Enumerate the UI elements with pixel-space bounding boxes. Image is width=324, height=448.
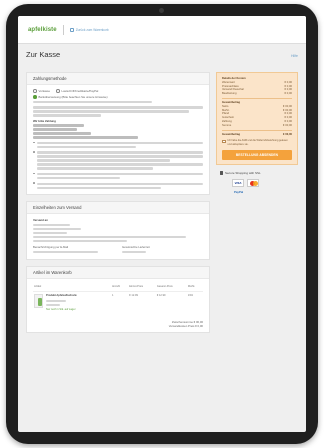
back-link-label: Zurück zum Warenkorb bbox=[75, 27, 109, 32]
summary-column: Details der Kosten Warenwert € 0,00 Preisn… bbox=[216, 72, 298, 339]
payment-card: Zahlungsmethode Vorkasse Lastschrift/Kre… bbox=[26, 72, 210, 196]
text-line bbox=[33, 136, 139, 139]
info-bullet bbox=[33, 140, 203, 150]
cost-summary: Details der Kosten Warenwert € 0,00 Preisn… bbox=[216, 72, 298, 165]
camera-dot bbox=[159, 8, 164, 13]
back-to-cart-link[interactable]: Zurück zum Warenkorb bbox=[69, 27, 109, 32]
shipping-heading: Einzelheiten zum Versand bbox=[27, 202, 209, 215]
grand-total-value: € 00,00 bbox=[283, 132, 292, 136]
place-order-button[interactable]: BESTELLUNG ABSENDEN bbox=[222, 149, 292, 160]
text-line bbox=[33, 228, 81, 231]
summary-row-label: Summe bbox=[222, 123, 232, 127]
qty-cell: 1 bbox=[111, 293, 114, 297]
payment-option-label: Banküberweisung (Bitte beachten Sie unse… bbox=[38, 95, 108, 99]
payment-option-label: Vorkasse bbox=[38, 89, 51, 93]
text-line bbox=[33, 232, 67, 235]
brand-logo[interactable]: apfelkiste bbox=[28, 27, 57, 33]
text-line bbox=[46, 299, 66, 302]
terms-label: Ich habe die AGB und die Widerrufsbelehr… bbox=[227, 139, 288, 146]
summary-row-label: Bearbeitung bbox=[222, 92, 237, 96]
header-divider bbox=[62, 24, 64, 35]
visa-logo: VISA bbox=[232, 178, 244, 187]
text-line bbox=[33, 114, 101, 117]
lock-icon bbox=[220, 171, 223, 175]
ship-to-label: Versand an bbox=[33, 218, 48, 223]
total-price-cell: € 12.99 bbox=[156, 293, 166, 297]
paypal-logo: PayPal bbox=[234, 189, 244, 194]
grand-total-row: Gesamtbetrag € 00,00 bbox=[222, 133, 292, 137]
items-shipping-note: Versandkosten Preis € 0,00 bbox=[168, 323, 203, 328]
radio-selected-icon bbox=[33, 95, 37, 99]
items-heading: Artikel im Warenkorb bbox=[27, 266, 209, 279]
items-table: Artikel Anzahl Einzel-Preis Gesamt-Preis… bbox=[33, 282, 203, 314]
info-bullet bbox=[33, 171, 203, 181]
col-header: Einzel-Preis bbox=[128, 282, 156, 292]
unit-price-cell: € 12.99 bbox=[129, 293, 138, 297]
screen: apfelkiste Zurück zum Warenkorb Zur Kass… bbox=[18, 16, 306, 432]
mastercard-logo bbox=[247, 178, 259, 187]
shipping-card: Einzelheiten zum Versand Versand an Bena… bbox=[26, 201, 210, 260]
page-title: Zur Kasse bbox=[26, 50, 61, 59]
text-line bbox=[33, 106, 203, 109]
text-line bbox=[33, 110, 190, 113]
radio-icon bbox=[33, 89, 37, 93]
summary-row-value: € 0,00 bbox=[284, 92, 292, 96]
tax-cell: 19% bbox=[187, 293, 194, 297]
summary-divider bbox=[222, 97, 292, 99]
text-line bbox=[122, 251, 147, 254]
tablet-frame: apfelkiste Zurück zum Warenkorb Zur Kass… bbox=[6, 4, 318, 444]
radio-icon bbox=[56, 89, 60, 93]
payment-heading: Zahlungsmethode bbox=[27, 73, 209, 85]
terms-checkbox[interactable] bbox=[222, 139, 226, 144]
product-thumbnail[interactable] bbox=[34, 293, 43, 308]
payment-option-direct-debit[interactable]: Lastschrift/Kreditkarte/PayPal bbox=[56, 89, 98, 93]
main-column: Zahlungsmethode Vorkasse Lastschrift/Kre… bbox=[26, 72, 210, 339]
secure-label: Secure Shopping with SSL bbox=[225, 170, 261, 175]
text-line bbox=[33, 128, 78, 131]
payment-option-bank-transfer[interactable]: Banküberweisung (Bitte beachten Sie unse… bbox=[33, 95, 108, 99]
info-bullet bbox=[33, 150, 203, 172]
summary-row: Bearbeitung € 0,00 bbox=[222, 92, 292, 96]
text-line bbox=[33, 224, 71, 227]
table-row: Produkt Apfelsaftschorle Nur noch 1 Stk.… bbox=[33, 291, 203, 313]
summary-divider bbox=[222, 129, 292, 131]
text-line bbox=[33, 236, 186, 239]
bank-title: Wir bitte Zahlung bbox=[33, 118, 56, 123]
col-header: Anzahl bbox=[110, 282, 129, 292]
product-name[interactable]: Produkt Apfelsaftschorle bbox=[46, 294, 77, 298]
summary-row: Summe € 00,00 bbox=[222, 124, 292, 128]
col-header: Artikel bbox=[33, 282, 111, 292]
stock-status: Nur noch 1 Stk. auf Lager bbox=[46, 307, 76, 311]
email-notify-label: Benachrichtigung per E-Mail bbox=[33, 245, 69, 250]
col-header: Gesamt-Preis bbox=[155, 282, 187, 292]
cart-icon bbox=[69, 27, 74, 32]
text-line bbox=[33, 132, 91, 135]
text-line bbox=[33, 240, 127, 243]
delivery-time-label: Gewünschte Lieferzeit bbox=[122, 245, 150, 250]
summary-row-value: € 00,00 bbox=[283, 123, 292, 127]
col-header: MwSt. bbox=[186, 282, 203, 292]
cart-items-card: Artikel im Warenkorb Artikel Anzahl Einz… bbox=[26, 265, 210, 333]
grand-total-label: Gesamtbetrag bbox=[222, 132, 241, 136]
checkout-page: Zur Kasse Hilfe Zahlungsmethode Vorkasse bbox=[26, 50, 298, 432]
terms-checkbox-row[interactable]: Ich habe die AGB und die Widerrufsbelehr… bbox=[222, 139, 292, 146]
text-line bbox=[33, 251, 98, 254]
secure-shopping: Secure Shopping with SSL VISA PayPal bbox=[216, 171, 298, 194]
top-bar: apfelkiste Zurück zum Warenkorb bbox=[18, 16, 306, 44]
text-line bbox=[33, 124, 84, 127]
info-bullet bbox=[33, 181, 203, 191]
text-line bbox=[46, 303, 60, 306]
help-link[interactable]: Hilfe bbox=[291, 54, 298, 58]
text-line bbox=[33, 101, 152, 104]
payment-option-prepay[interactable]: Vorkasse bbox=[33, 89, 50, 93]
payment-option-label: Lastschrift/Kreditkarte/PayPal bbox=[61, 89, 99, 93]
